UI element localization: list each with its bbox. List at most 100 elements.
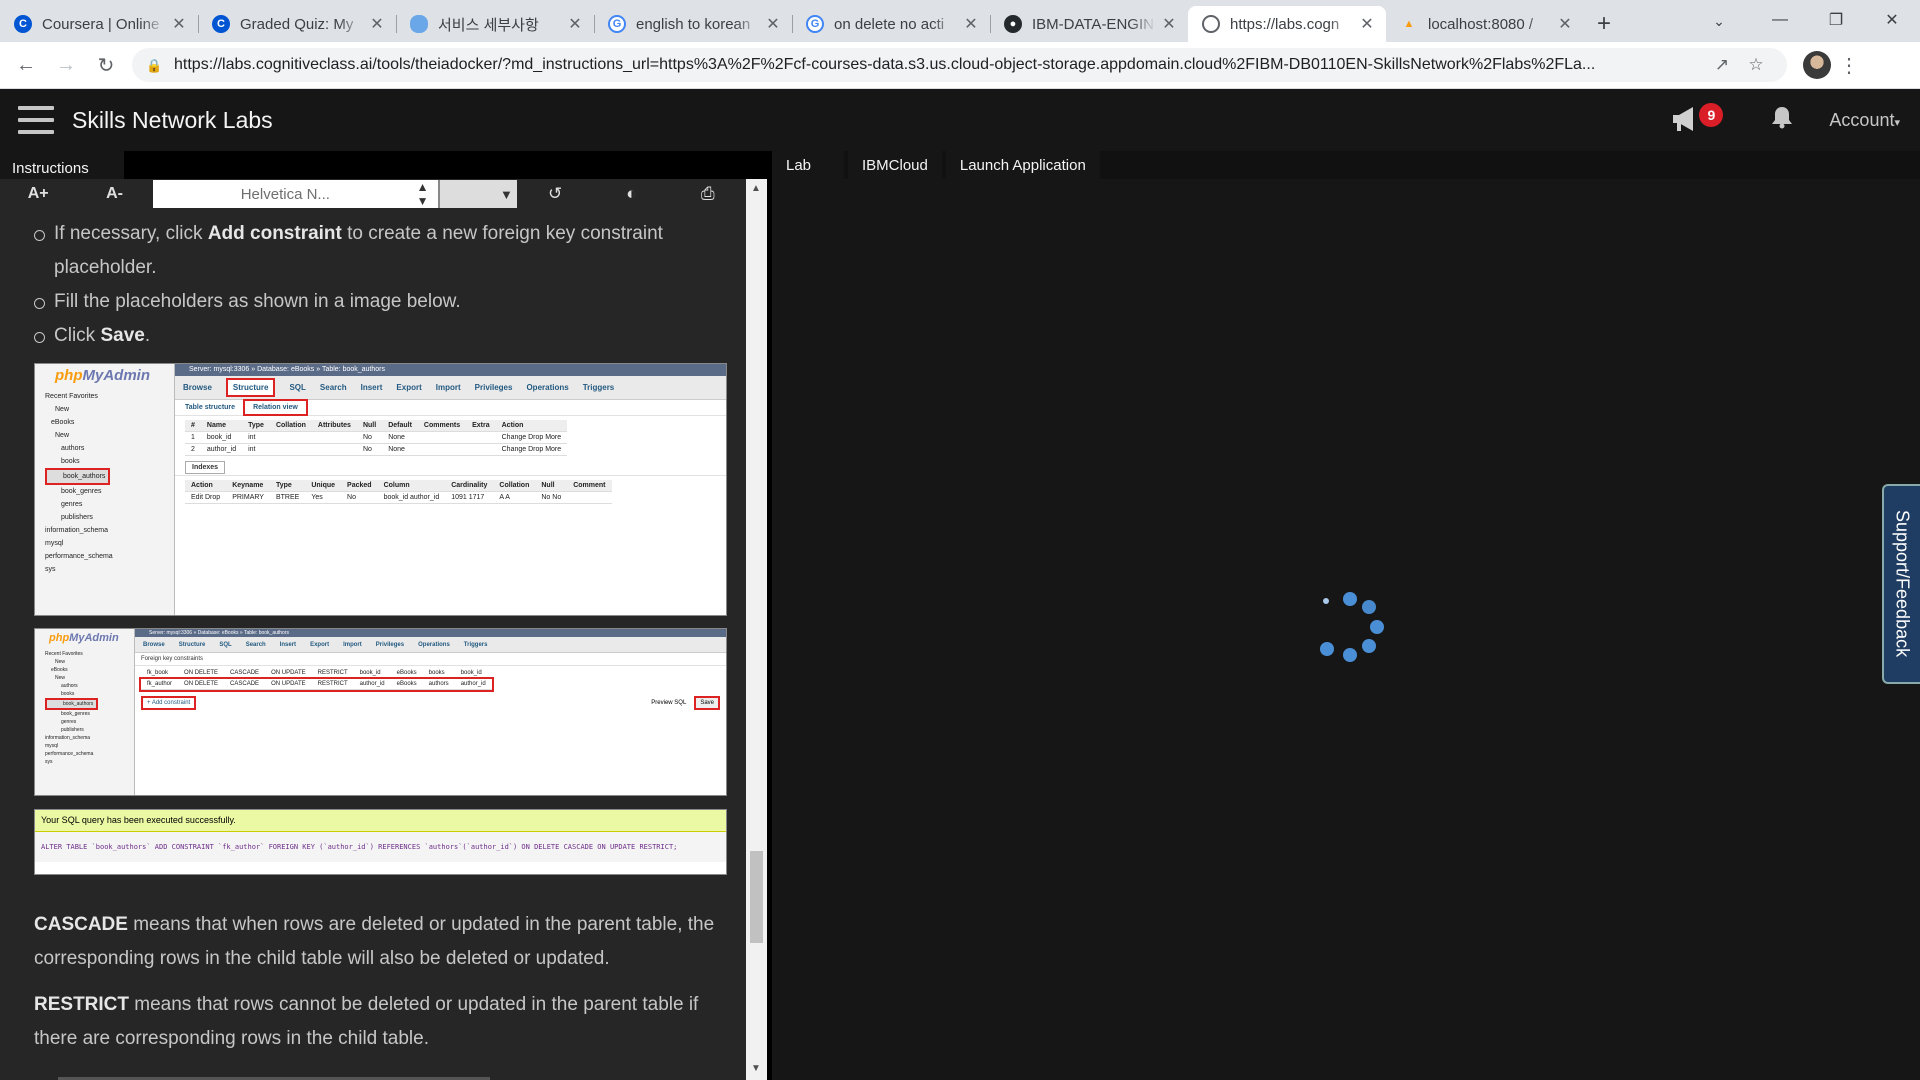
close-tab-icon[interactable]: ✕	[170, 14, 188, 34]
browser-tab[interactable]: ▲ localhost:8080 / ✕	[1386, 6, 1584, 42]
url-text[interactable]: https://labs.cognitiveclass.ai/tools/the…	[174, 56, 1705, 74]
browser-menu-icon[interactable]: ⋮	[1831, 53, 1867, 78]
forward-icon[interactable]: →	[46, 45, 86, 85]
omnibox[interactable]: 🔒 https://labs.cognitiveclass.ai/tools/t…	[132, 48, 1787, 82]
restrict-paragraph: RESTRICT means that rows cannot be delet…	[0, 988, 746, 1056]
tab-ibmcloud[interactable]: IBMCloud	[848, 151, 942, 179]
tab-search-icon[interactable]: ⌄	[1704, 6, 1734, 36]
google-icon: G	[806, 15, 824, 33]
logo-part-a: php	[49, 632, 70, 644]
back-icon[interactable]: ←	[6, 45, 46, 85]
table-row: Edit Drop PRIMARY BTREE Yes No book_id author…	[185, 491, 612, 504]
tree-node: New	[55, 432, 70, 439]
font-family-select[interactable]: Helvetica N... ▲ ▼	[152, 180, 439, 208]
table-cell: None	[382, 431, 418, 444]
table-row: fk_book ON DELETE CASCADE ON UPDATE RESTRICT…	[141, 668, 492, 679]
browser-tab[interactable]: Genglish to korean ✕	[594, 6, 792, 42]
restore-icon[interactable]: ❐	[1808, 0, 1864, 40]
phpmyadmin-logo-2: phpMyAdmin	[35, 629, 134, 644]
browser-tab[interactable]: https://labs.cogn ✕	[1188, 6, 1386, 42]
table-cell: book_id	[454, 668, 492, 679]
account-menu[interactable]: Account▾	[1829, 110, 1900, 131]
phpmyadmin-relation-screenshot: phpMyAdmin Recent Favorites New eBooks New a…	[34, 628, 727, 796]
instructions-scrollbar[interactable]: ▲ ▼	[746, 179, 767, 1080]
loading-spinner-icon	[1316, 592, 1384, 666]
tree-node: New	[55, 406, 70, 413]
close-tab-icon[interactable]: ✕	[962, 14, 980, 34]
browser-tab[interactable]: 서비스 세부사항 ✕	[396, 6, 594, 42]
browser-tab[interactable]: Gon delete no acti ✕	[792, 6, 990, 42]
increase-font-button[interactable]: A+	[0, 179, 76, 209]
bell-icon[interactable]	[1771, 105, 1793, 136]
browser-tab[interactable]: C Graded Quiz: My ✕	[198, 6, 396, 42]
lock-icon[interactable]: 🔒	[146, 58, 162, 73]
close-tab-icon[interactable]: ✕	[1556, 14, 1574, 34]
announcements-megaphone-icon[interactable]: 9	[1671, 103, 1724, 135]
address-bar-row: ← → ↻ 🔒 https://labs.cognitiveclass.ai/t…	[0, 42, 1920, 89]
pma-tab: Structure	[178, 641, 206, 648]
table-cell: No No	[535, 491, 568, 504]
decrease-font-button[interactable]: A-	[76, 179, 152, 209]
pma-tab: Operations	[526, 383, 569, 392]
tree-node: mysql	[45, 743, 59, 749]
pma-db-tree: Recent Favorites New eBooks New authors books…	[35, 384, 174, 576]
tree-node: performance_schema	[45, 553, 113, 560]
browser-tab[interactable]: ● IBM-DATA-ENGIN ✕	[990, 6, 1188, 42]
tab-instructions[interactable]: Instructions	[0, 151, 124, 179]
close-tab-icon[interactable]: ✕	[1160, 14, 1178, 34]
table-cell: RESTRICT	[311, 678, 354, 690]
restrict-text: means that rows cannot be deleted or upd…	[34, 994, 699, 1049]
bookmark-star-icon[interactable]: ☆	[1739, 55, 1773, 75]
close-tab-icon[interactable]: ✕	[1358, 14, 1376, 34]
profile-avatar[interactable]	[1803, 51, 1831, 79]
minimize-icon[interactable]: —	[1752, 0, 1808, 40]
logo-part-a: php	[55, 367, 83, 384]
tab-title: on delete no acti	[834, 15, 945, 33]
close-window-icon[interactable]: ✕	[1864, 0, 1920, 40]
table-cell: books	[422, 668, 455, 679]
table-header-cell: Column	[377, 480, 446, 492]
scrollbar-thumb[interactable]	[750, 851, 763, 943]
table-cell: 1091 1717	[445, 491, 494, 504]
support-feedback-button[interactable]: Support/Feedback	[1882, 484, 1920, 684]
browser-tab[interactable]: C Coursera | Online ✕	[0, 6, 198, 42]
pma-tab: Browse	[183, 383, 212, 392]
tree-node: Recent Favorites	[45, 651, 83, 657]
contrast-icon[interactable]: ◐	[593, 179, 669, 209]
hamburger-menu-icon[interactable]	[18, 106, 54, 134]
close-tab-icon[interactable]: ✕	[764, 14, 782, 34]
tree-node: book_authors	[45, 468, 111, 485]
print-icon[interactable]: ⎙	[670, 179, 746, 209]
pma-tab: Privileges	[474, 383, 513, 392]
close-tab-icon[interactable]: ✕	[368, 14, 386, 34]
scroll-up-icon[interactable]: ▲	[751, 183, 761, 194]
table-cell: Yes	[305, 491, 342, 504]
scroll-down-icon[interactable]: ▼	[751, 1063, 761, 1074]
close-tab-icon[interactable]: ✕	[566, 14, 584, 34]
tree-node: publishers	[61, 514, 93, 521]
dropdown-arrow-icon: ▼	[500, 186, 513, 202]
tab-lab[interactable]: Lab	[772, 151, 844, 179]
bullet-text: .	[144, 325, 151, 346]
tab-title: https://labs.cogn	[1230, 15, 1340, 33]
notification-count-badge: 9	[1699, 103, 1724, 127]
phpmyadmin-logo: phpMyAdmin	[35, 364, 174, 384]
table-header-cell: Type	[269, 480, 306, 492]
reload-icon[interactable]: ↻	[86, 45, 126, 85]
pma-tabs-2: Browse Structure SQL Search Insert Export Impo…	[135, 637, 726, 653]
table-cell: None	[382, 443, 418, 456]
app-header: Skills Network Labs 9 Account▾	[0, 89, 1920, 151]
new-tab-icon[interactable]: +	[1584, 6, 1624, 42]
tab-launch-application[interactable]: Launch Application	[945, 151, 1100, 179]
font-size-select[interactable]: ▼	[438, 180, 517, 208]
table-header-cell: #	[185, 420, 201, 432]
table-cell: book_id author_id	[377, 491, 446, 504]
table-row: fk_author ON DELETE CASCADE ON UPDATE RESTRI…	[139, 676, 494, 692]
indexes-table: Action Keyname Type Unique Packed Column Cardi…	[185, 480, 612, 504]
reset-icon[interactable]: ↺	[517, 179, 593, 209]
tab-title: Coursera | Online	[42, 15, 160, 33]
add-constraint-link: + Add constraint	[141, 696, 197, 710]
brand-title[interactable]: Skills Network Labs	[72, 107, 273, 134]
share-icon[interactable]: ↗	[1705, 55, 1739, 75]
pma-subtabs: Table structure Relation view	[175, 399, 726, 416]
